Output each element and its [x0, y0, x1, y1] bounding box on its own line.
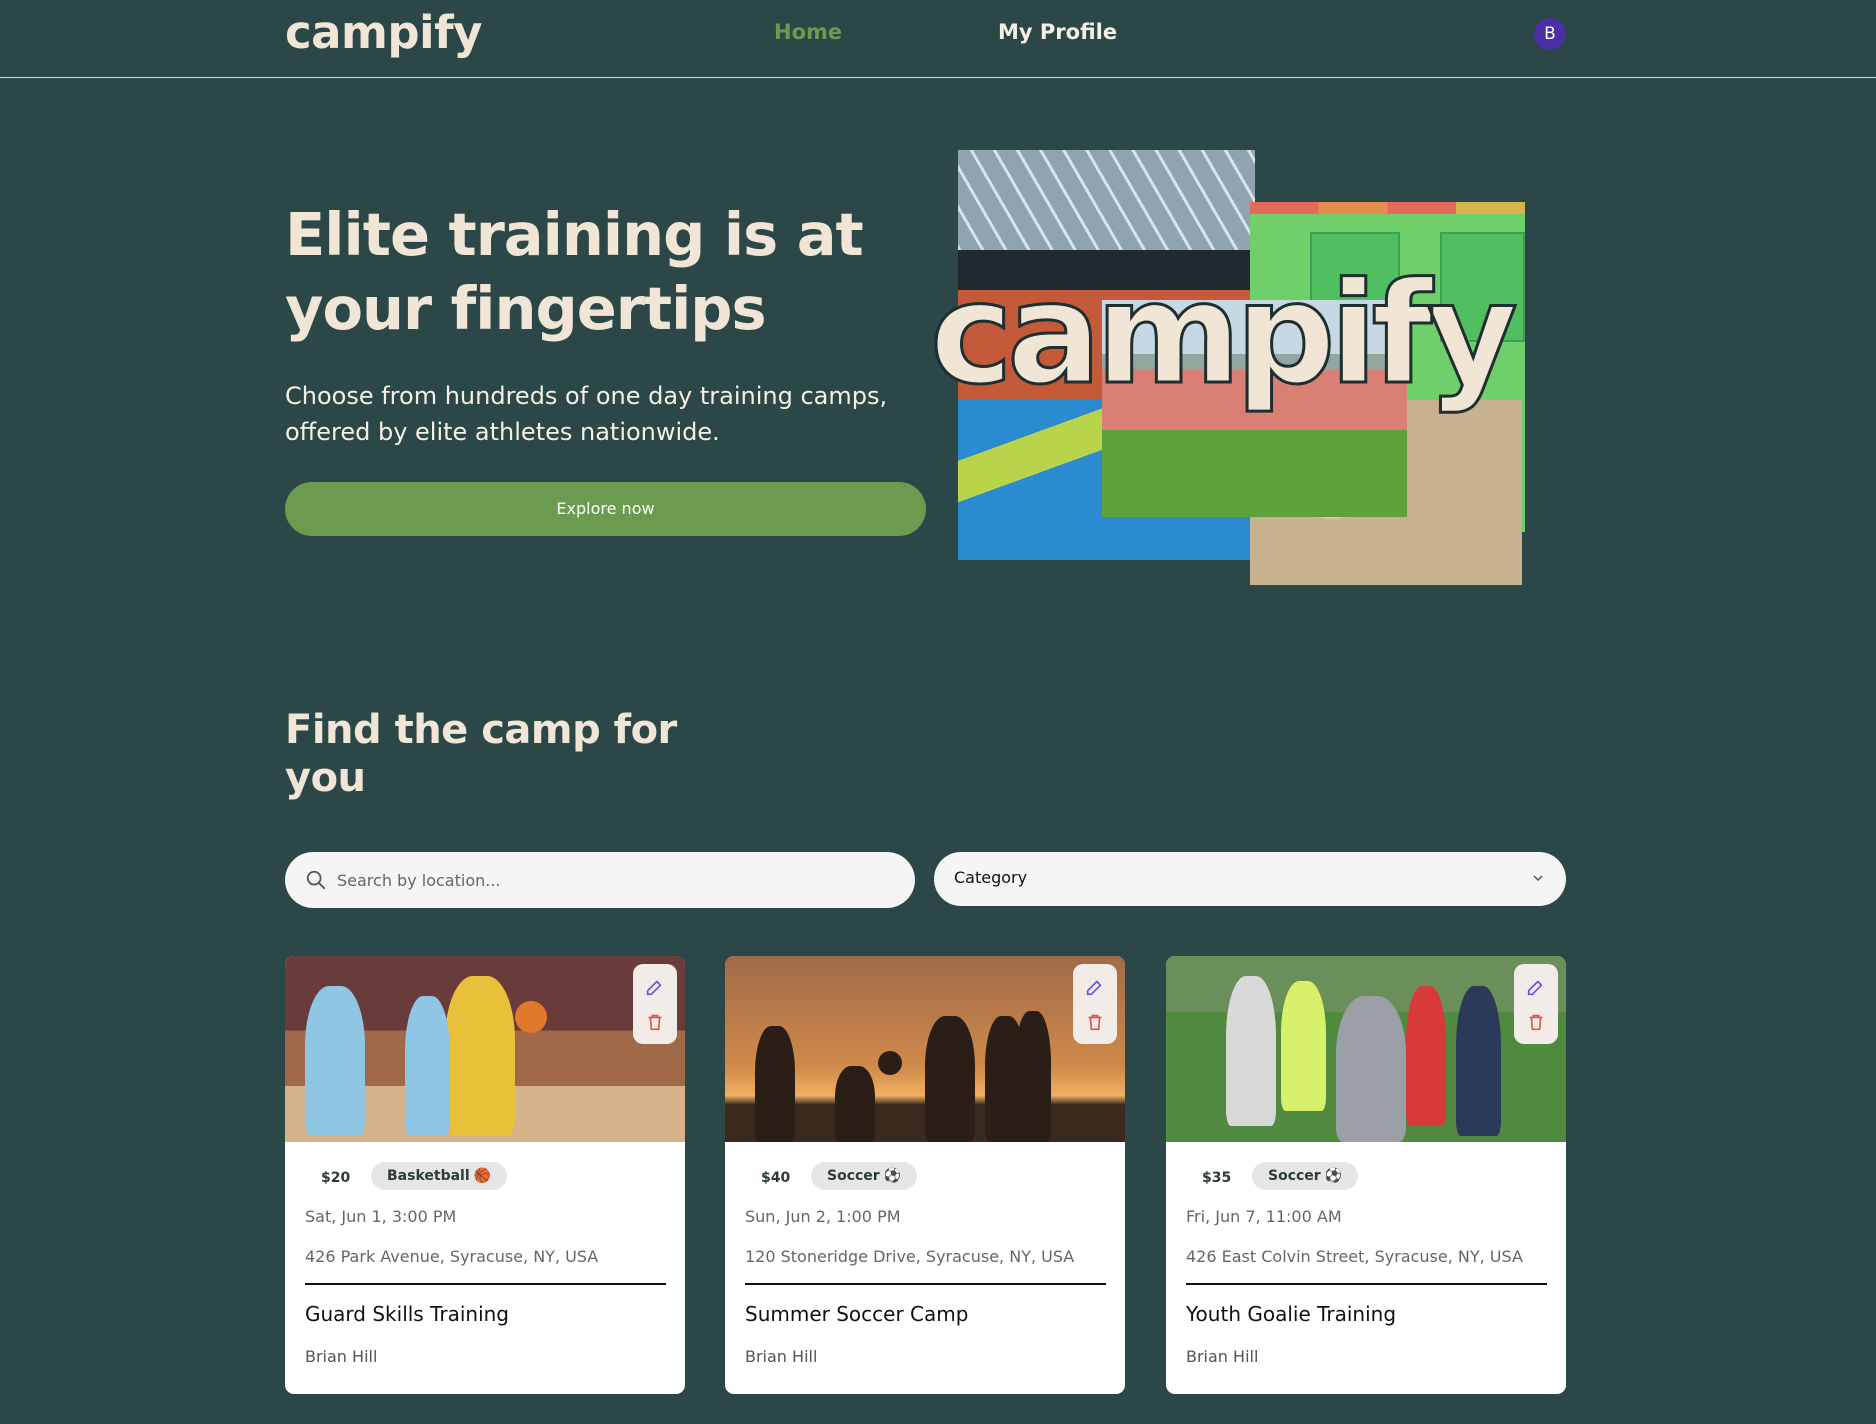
camp-title: Guard Skills Training: [305, 1302, 509, 1326]
trash-icon[interactable]: [1084, 1011, 1106, 1033]
coach-name: Brian Hill: [1186, 1347, 1259, 1366]
camp-card[interactable]: $20 Basketball 🏀 Sat, Jun 1, 3:00 PM 426 …: [285, 956, 685, 1394]
category-badge-label: Soccer: [827, 1168, 880, 1184]
category-badge: Soccer ⚽: [1252, 1162, 1359, 1190]
camp-date: Sun, Jun 2, 1:00 PM: [745, 1207, 901, 1226]
search-bar: [285, 852, 915, 908]
card-actions: [633, 964, 677, 1044]
edit-icon[interactable]: [1084, 976, 1106, 998]
search-icon: [306, 870, 326, 890]
soccer-ball-icon: ⚽: [1324, 1168, 1343, 1184]
category-badge-label: Soccer: [1268, 1168, 1321, 1184]
camp-address: 120 Stoneridge Drive, Syracuse, NY, USA: [745, 1247, 1075, 1266]
nav-my-profile-link[interactable]: My Profile: [998, 20, 1117, 44]
category-select-label: Category: [954, 868, 1028, 887]
category-select[interactable]: Category: [934, 852, 1566, 906]
camp-card[interactable]: $35 Soccer ⚽ Fri, Jun 7, 11:00 AM 426 Eas…: [1166, 956, 1566, 1394]
collage-wordmark: campify: [929, 253, 1520, 416]
camp-address: 426 East Colvin Street, Syracuse, NY, US…: [1186, 1247, 1523, 1266]
edit-icon[interactable]: [1525, 976, 1547, 998]
camp-address: 426 Park Avenue, Syracuse, NY, USA: [305, 1247, 599, 1266]
camp-photo: [725, 956, 1125, 1142]
divider: [745, 1283, 1106, 1285]
nav-home-link[interactable]: Home: [774, 20, 842, 44]
camp-date: Sat, Jun 1, 3:00 PM: [305, 1207, 457, 1226]
hero-subtitle: Choose from hundreds of one day training…: [285, 382, 888, 446]
camp-date: Fri, Jun 7, 11:00 AM: [1186, 1207, 1342, 1226]
card-actions: [1514, 964, 1558, 1044]
price-label: $20: [321, 1170, 351, 1186]
search-input[interactable]: [337, 852, 897, 908]
camp-photo: [285, 956, 685, 1142]
coach-name: Brian Hill: [305, 1347, 378, 1366]
find-camp-title: Find the camp for you: [285, 707, 677, 801]
coach-name: Brian Hill: [745, 1347, 818, 1366]
card-actions: [1073, 964, 1117, 1044]
hero-collage-image: campify: [929, 150, 1570, 590]
hero-title: Elite training is at your fingertips: [285, 200, 864, 343]
category-badge: Soccer ⚽: [811, 1162, 918, 1190]
category-badge-label: Basketball: [387, 1168, 470, 1184]
category-badge: Basketball 🏀: [371, 1162, 508, 1190]
soccer-ball-icon: ⚽: [883, 1168, 902, 1184]
price-label: $40: [761, 1170, 791, 1186]
trash-icon[interactable]: [644, 1011, 666, 1033]
explore-now-button[interactable]: Explore now: [285, 482, 926, 536]
basketball-icon: 🏀: [473, 1168, 492, 1184]
divider: [1186, 1283, 1547, 1285]
camp-card[interactable]: $40 Soccer ⚽ Sun, Jun 2, 1:00 PM 120 Ston…: [725, 956, 1125, 1394]
camp-photo: [1166, 956, 1566, 1142]
trash-icon[interactable]: [1525, 1011, 1547, 1033]
price-label: $35: [1202, 1170, 1232, 1186]
divider: [305, 1283, 666, 1285]
camp-title: Summer Soccer Camp: [745, 1302, 969, 1326]
logo[interactable]: campify: [285, 6, 482, 59]
camp-title: Youth Goalie Training: [1186, 1302, 1397, 1326]
chevron-down-icon: [1533, 875, 1543, 882]
top-nav: campify Home My Profile B: [0, 0, 1876, 78]
avatar[interactable]: B: [1534, 18, 1566, 50]
edit-icon[interactable]: [644, 976, 666, 998]
